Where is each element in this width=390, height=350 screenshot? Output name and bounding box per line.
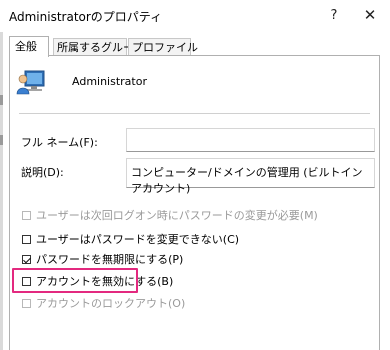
close-button[interactable]: ✕ [356, 2, 384, 28]
option-label: ユーザーはパスワードを変更できない(C) [36, 233, 240, 246]
separator [19, 113, 370, 114]
window-title: Administratorのプロパティ [9, 10, 163, 24]
option-cannot-change-password[interactable]: ユーザーはパスワードを変更できない(C) [22, 232, 239, 246]
highlight-box [12, 268, 138, 293]
tab-member-of[interactable]: 所属するグループ [53, 38, 144, 56]
help-button[interactable]: ? [320, 2, 348, 28]
user-computer-icon [16, 70, 45, 95]
option-account-locked-out[interactable]: アカウントのロックアウト(O) [22, 296, 185, 310]
description-label: 説明(D): [21, 166, 64, 179]
checkbox[interactable] [22, 298, 31, 308]
tab-strip: 全般 所属するグループ プロファイル [9, 36, 384, 57]
option-label: ユーザーは次回ログオン時にパスワードの変更が必要(M) [36, 209, 318, 222]
full-name-field[interactable] [126, 128, 375, 152]
checkbox[interactable] [22, 234, 31, 244]
checkbox[interactable] [22, 210, 31, 220]
tab-profile[interactable]: プロファイル [128, 38, 198, 56]
option-password-never-expires[interactable]: パスワードを無期限にする(P) [22, 252, 183, 266]
option-label: パスワードを無期限にする(P) [36, 253, 184, 266]
properties-dialog: Administratorのプロパティ ? ✕ 全般 所属するグループ プロファ… [0, 0, 390, 350]
checkbox-checked[interactable] [22, 254, 31, 264]
description-field[interactable]: コンピューター/ドメインの管理用 (ビルトイン アカウント) [126, 158, 375, 195]
account-name: Administrator [72, 75, 147, 88]
tab-general[interactable]: 全般 [9, 36, 49, 57]
option-must-change-password[interactable]: ユーザーは次回ログオン時にパスワードの変更が必要(M) [22, 208, 318, 222]
background-window-edge [0, 0, 3, 350]
title-bar: Administratorのプロパティ ? ✕ [0, 0, 390, 32]
option-label: アカウントのロックアウト(O) [36, 297, 186, 310]
full-name-label: フル ネーム(F): [21, 136, 98, 149]
